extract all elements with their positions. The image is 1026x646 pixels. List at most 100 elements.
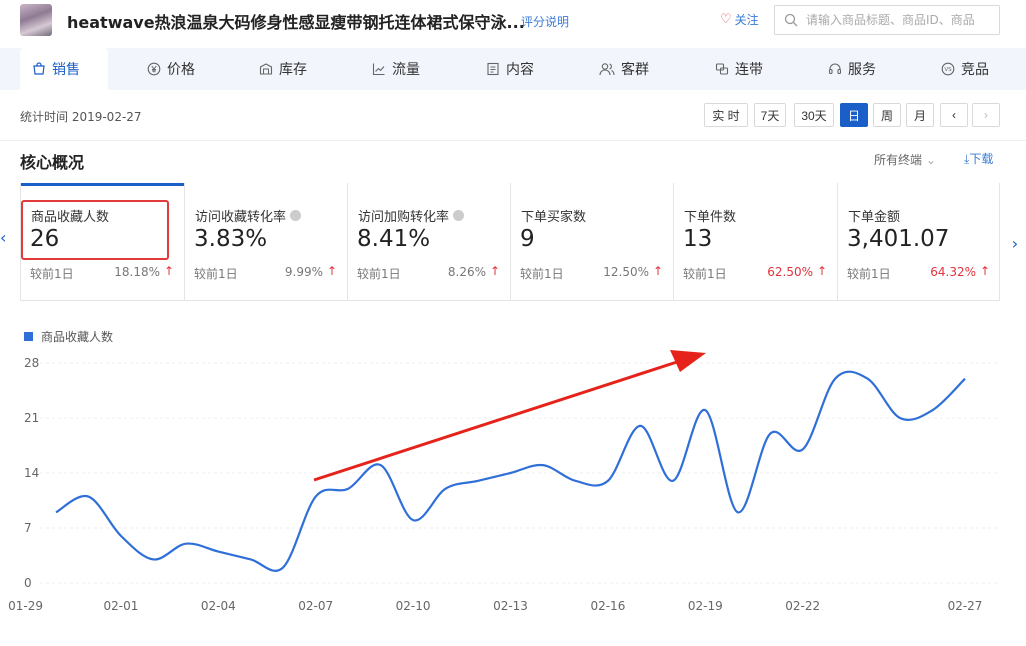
- metric-value: 3.83%: [194, 226, 268, 252]
- metric-card[interactable]: 下单金额 3,401.07 较前1日 64.32% ↑: [838, 183, 1000, 301]
- headset-icon: [828, 63, 842, 75]
- product-thumbnail[interactable]: [20, 4, 52, 36]
- download-button[interactable]: ⤓下载: [964, 150, 993, 167]
- metric-label: 下单件数: [684, 210, 737, 225]
- annotation-arrow-shaft: [313, 359, 681, 482]
- terminal-dropdown[interactable]: 所有终端 ⌄: [874, 151, 936, 168]
- x-tick-label: 02-13: [493, 599, 528, 613]
- x-tick-label: 02-07: [298, 599, 333, 613]
- tab-content[interactable]: 内容: [486, 48, 534, 90]
- tab-label: 竞品: [961, 62, 989, 78]
- legend-label: 商品收藏人数: [41, 329, 113, 344]
- metric-label: 访问加购转化率: [358, 206, 465, 225]
- tab-competitors[interactable]: VS 竞品: [941, 48, 989, 90]
- x-tick-label: 01-29: [8, 599, 43, 613]
- period-7d-button[interactable]: 7天: [754, 103, 786, 127]
- x-tick-label: 02-16: [590, 599, 625, 613]
- metric-card[interactable]: 下单买家数 9 较前1日 12.50% ↑: [511, 183, 674, 301]
- x-tick-label: 02-27: [948, 599, 983, 613]
- tab-label: 客群: [621, 62, 649, 78]
- period-toolbar: 统计时间 2019-02-27 实 时 7天 30天 日 周 月 ‹ ›: [0, 90, 1026, 140]
- period-30d-button[interactable]: 30天: [794, 103, 834, 127]
- svg-text:VS: VS: [944, 67, 952, 73]
- period-day-button[interactable]: 日: [840, 103, 868, 127]
- search-icon: [784, 13, 798, 27]
- next-date-button[interactable]: ›: [972, 103, 1000, 127]
- tab-service[interactable]: 服务: [828, 48, 876, 90]
- product-search-box[interactable]: [774, 5, 1000, 35]
- metric-value: 13: [683, 226, 713, 252]
- cart-icon: [33, 62, 45, 75]
- metric-card[interactable]: 访问收藏转化率 3.83% 较前1日 9.99% ↑: [185, 183, 348, 301]
- metric-card[interactable]: 访问加购转化率 8.41% 较前1日 8.26% ↑: [348, 183, 511, 301]
- tab-label: 连带: [735, 62, 763, 78]
- tab-label: 库存: [279, 62, 307, 78]
- chevron-right-icon: ›: [984, 108, 988, 122]
- up-arrow-icon: ↑: [326, 264, 337, 278]
- compare-percent: 64.32%: [930, 265, 976, 279]
- compare-label: 较前1日: [30, 267, 74, 281]
- info-icon[interactable]: [290, 210, 302, 221]
- period-realtime-button[interactable]: 实 时: [704, 103, 748, 127]
- compare-percent: 9.99%: [284, 265, 323, 279]
- tab-label: 流量: [392, 62, 420, 78]
- follow-button[interactable]: ♡ 关注: [720, 11, 759, 28]
- up-arrow-icon: ↑: [163, 264, 174, 278]
- tab-price[interactable]: 价格: [147, 48, 195, 90]
- annotation-arrow-head: [670, 350, 706, 372]
- follow-label: 关注: [734, 13, 759, 27]
- period-week-button[interactable]: 周: [873, 103, 901, 127]
- metric-card[interactable]: 商品收藏人数 26 较前1日 18.18% ↑: [21, 183, 185, 301]
- tab-traffic[interactable]: 流量: [372, 48, 420, 90]
- analysis-tabs: 销售 价格 库存 流量 内容 客群 连带 服务 VS 竞品: [0, 48, 1026, 90]
- up-arrow-icon: ↑: [652, 264, 663, 278]
- chevron-down-icon: ⌄: [925, 153, 936, 167]
- x-tick-label: 02-10: [396, 599, 431, 613]
- x-tick-label: 02-19: [688, 599, 723, 613]
- compare-percent: 18.18%: [114, 265, 160, 279]
- trend-chart-svg: 商品收藏人数 0 7 14 21 28 01-29 02-01 02-04 02-07 02-10 0…: [8, 329, 1000, 613]
- users-icon: [599, 63, 615, 76]
- product-title: heatwave热浪温泉大码修身性感显瘦带钢托连体裙式保守泳...: [67, 13, 525, 32]
- chevron-right-icon: ›: [1011, 233, 1019, 253]
- tab-associated[interactable]: 连带: [715, 48, 763, 90]
- prev-date-button[interactable]: ‹: [940, 103, 968, 127]
- compare-label: 较前1日: [194, 267, 238, 281]
- metric-value: 9: [520, 226, 535, 252]
- product-header: heatwave热浪温泉大码修身性感显瘦带钢托连体裙式保守泳... 评分说明 ♡…: [0, 0, 1026, 46]
- warehouse-icon: [259, 63, 273, 75]
- compare-label: 较前1日: [683, 267, 727, 281]
- score-explanation-link[interactable]: 评分说明: [521, 13, 569, 30]
- metric-label: 商品收藏人数: [31, 210, 110, 225]
- tab-customers[interactable]: 客群: [599, 48, 649, 90]
- compare-label: 较前1日: [847, 267, 891, 281]
- search-input[interactable]: [806, 13, 996, 27]
- y-tick-label: 21: [24, 411, 39, 425]
- carousel-prev-button[interactable]: ‹: [0, 228, 6, 247]
- doc-icon: [487, 62, 499, 76]
- compare-percent: 62.50%: [767, 265, 813, 279]
- terminal-label: 所有终端: [874, 153, 923, 167]
- metric-label: 下单买家数: [521, 210, 587, 225]
- tab-inventory[interactable]: 库存: [259, 48, 307, 90]
- x-tick-label: 02-22: [785, 599, 820, 613]
- stat-time: 统计时间 2019-02-27: [20, 110, 142, 124]
- up-arrow-icon: ↑: [979, 264, 990, 278]
- info-icon[interactable]: [453, 210, 465, 221]
- compare-label: 较前1日: [520, 267, 564, 281]
- metric-value: 3,401.07: [847, 226, 950, 252]
- metric-cards: 商品收藏人数 26 较前1日 18.18% ↑ 访问收藏转化率 3.83% 较前…: [20, 183, 1000, 301]
- divider: [0, 140, 1026, 141]
- tab-sales[interactable]: 销售: [20, 48, 108, 90]
- chevron-left-icon: ‹: [952, 108, 956, 122]
- y-tick-label: 14: [24, 466, 39, 480]
- link-icon: [715, 63, 729, 75]
- legend-swatch: [24, 332, 33, 341]
- download-label: 下载: [969, 152, 994, 166]
- period-month-button[interactable]: 月: [906, 103, 934, 127]
- carousel-next-button[interactable]: ›: [1004, 228, 1026, 258]
- vs-icon: VS: [941, 62, 955, 76]
- metric-card[interactable]: 下单件数 13 较前1日 62.50% ↑: [674, 183, 838, 301]
- metric-value: 8.41%: [357, 226, 431, 252]
- tab-label: 内容: [506, 62, 534, 78]
